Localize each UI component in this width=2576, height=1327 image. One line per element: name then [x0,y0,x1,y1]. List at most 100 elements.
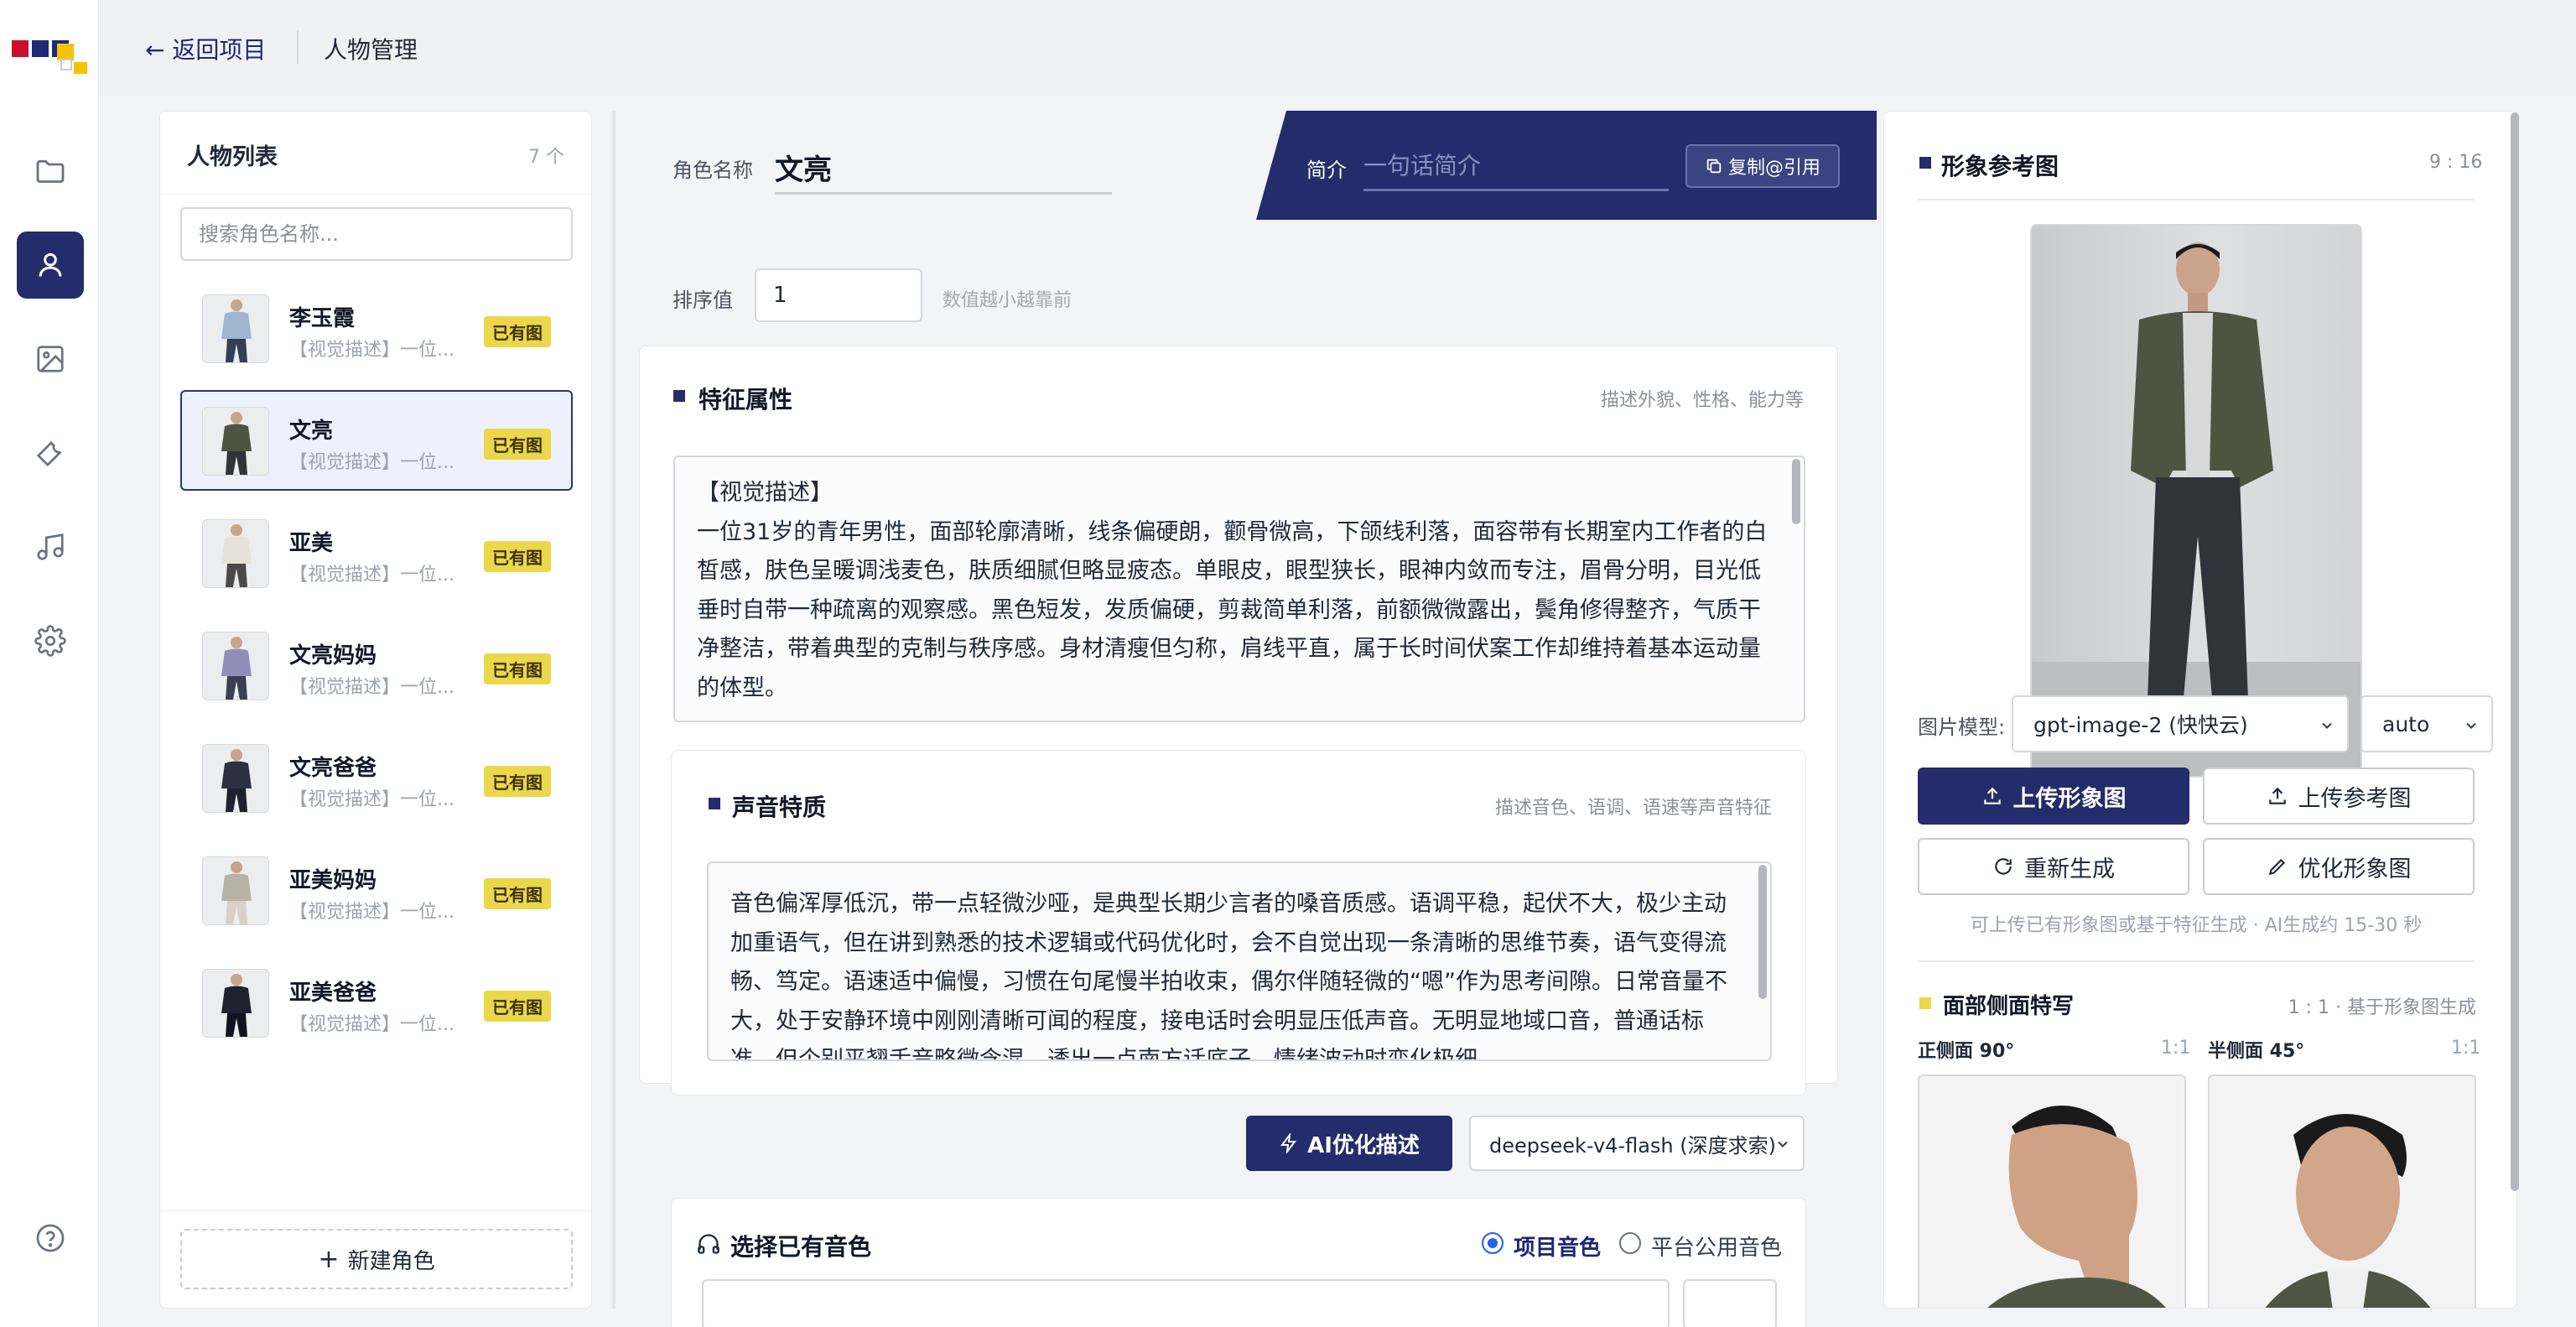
radio-project-voice-label[interactable]: 项目音色 [1514,1231,1601,1262]
section-marker [709,798,720,809]
regenerate-label: 重新生成 [2024,856,2115,882]
upload-icon [2268,787,2286,804]
voice-pick-title: 选择已有音色 [730,1233,872,1261]
side-front-image[interactable] [1918,1075,2186,1308]
ai-optimize-button[interactable]: AI优化描述 [1246,1116,1452,1171]
sort-value-input[interactable] [755,268,922,322]
header-divider [297,30,299,64]
upload-icon [1983,787,2001,804]
image-icon[interactable] [17,325,84,393]
side-half-ratio: 1:1 [2451,1038,2481,1059]
image-model-select[interactable]: gpt-image-2 (快快云) [2012,695,2349,752]
features-textarea[interactable]: 【视觉描述】 一位31岁的青年男性，面部轮廓清晰，线条偏硬朗，颧骨微高，下颌线利… [673,455,1805,722]
image-model-value: gpt-image-2 (快快云) [2033,713,2248,737]
back-to-project-link[interactable]: ← 返回项目 [145,32,266,65]
character-thumbnail [202,407,269,476]
character-item[interactable]: 亚美爸爸 【视觉描述】一位... 已有图 [180,952,573,1053]
optimize-image-button[interactable]: 优化形象图 [2203,838,2475,895]
reference-title: 形象参考图 [1941,153,2059,180]
status-badge: 已有图 [484,878,551,909]
copy-icon [1706,159,1722,174]
character-thumbnail [202,294,269,363]
character-name: 文亮 [289,419,334,444]
voice-pick-card: 选择已有音色 项目音色 平台公用音色 [671,1198,1806,1327]
wrench-icon[interactable] [17,419,84,487]
status-badge: 已有图 [484,541,551,572]
ai-optimize-label: AI优化描述 [1307,1132,1420,1158]
side-closeup-title: 面部侧面特写 [1943,994,2075,1019]
sort-label: 排序值 [673,289,733,312]
character-desc: 【视觉描述】一位... [289,677,454,698]
character-item[interactable]: 李玉霞 【视觉描述】一位... 已有图 [180,278,573,378]
regenerate-button[interactable]: 重新生成 [1918,838,2189,895]
folder-icon[interactable] [17,138,84,205]
new-role-button[interactable]: + 新建角色 [180,1229,573,1289]
divider [1918,199,2475,200]
top-header [99,0,2576,96]
radio-public-voice-label[interactable]: 平台公用音色 [1651,1231,1782,1262]
character-search-input[interactable] [180,207,573,261]
plus-icon: + [318,1244,340,1274]
voice-hint: 描述音色、语调、语速等声音特征 [1494,798,1772,819]
reference-image[interactable] [2030,224,2362,778]
role-name-input[interactable] [775,143,1112,195]
character-desc: 【视觉描述】一位... [289,789,454,810]
section-marker [1919,997,1931,1009]
lightning-icon [1280,1133,1297,1153]
reference-panel: 形象参考图 9 : 16 图片模型: gpt-image-2 (快快云) aut… [1883,111,2517,1309]
voice-text: 音色偏浑厚低沉，带一点轻微沙哑，是典型长期少言者的嗓音质感。语调平稳，起伏不大，… [730,891,1727,1061]
copy-reference-button[interactable]: 复制@引用 [1685,144,1840,188]
features-hint: 描述外貌、性格、能力等 [1600,390,1804,411]
voice-card: 声音特质 描述音色、语调、语速等声音特征 音色偏浑厚低沉，带一点轻微沙哑，是典型… [671,750,1806,1095]
upload-image-button[interactable]: 上传形象图 [1918,768,2189,825]
voice-select[interactable] [702,1279,1670,1327]
side-closeup-hint: 1 : 1 · 基于形象图生成 [2288,997,2476,1018]
status-badge: 已有图 [484,991,551,1022]
side-front-ratio: 1:1 [2161,1038,2191,1059]
upload-reference-label: 上传参考图 [2298,785,2412,812]
voice-textarea[interactable]: 音色偏浑厚低沉，带一点轻微沙哑，是典型长期少言者的嗓音质感。语调平稳，起伏不大，… [707,861,1772,1061]
intro-input[interactable] [1363,143,1669,191]
character-item[interactable]: 文亮爸爸 【视觉描述】一位... 已有图 [180,727,573,828]
reference-hint: 可上传已有形象图或基于特征生成 · AI生成约 15-30 秒 [1970,915,2423,936]
voice-scrollbar[interactable] [1758,865,1767,999]
status-badge: 已有图 [484,316,551,347]
copy-reference-label: 复制@引用 [1727,158,1820,179]
character-thumbnail [202,856,269,925]
character-item[interactable]: 文亮妈妈 【视觉描述】一位... 已有图 [180,615,573,716]
music-icon[interactable] [17,513,84,580]
radio-project-voice[interactable] [1482,1232,1504,1254]
character-list-panel: 人物列表 7 个 李玉霞【视觉描述】一位...已有图文亮【视觉描述】一位...已… [159,111,592,1309]
text-model-select[interactable]: deepseek-v4-flash (深度求索) [1469,1116,1805,1171]
refresh-icon [1995,858,2012,875]
status-badge: 已有图 [484,429,551,460]
user-icon[interactable] [17,232,84,299]
features-scrollbar[interactable] [1792,459,1800,524]
nav-rail [0,0,99,1327]
side-half-label: 半侧面 45° [2208,1041,2305,1062]
headphones-icon [698,1234,719,1254]
panel-divider[interactable] [612,111,615,1309]
side-half-image[interactable] [2208,1075,2476,1308]
section-marker [1919,157,1931,169]
side-front-label: 正侧面 90° [1918,1041,2015,1062]
help-icon[interactable] [17,1205,84,1272]
character-item[interactable]: 文亮 【视觉描述】一位... 已有图 [180,390,573,491]
character-desc: 【视觉描述】一位... [289,565,454,585]
pencil-icon [2268,858,2285,876]
character-thumbnail [202,744,269,813]
upload-image-label: 上传形象图 [2012,785,2127,812]
voice-action-button[interactable] [1683,1279,1777,1327]
image-size-select[interactable]: auto [2360,695,2493,752]
character-item[interactable]: 亚美妈妈 【视觉描述】一位... 已有图 [180,840,573,940]
list-footer-divider [160,1210,591,1211]
character-item[interactable]: 亚美 【视觉描述】一位... 已有图 [180,502,573,603]
upload-reference-button[interactable]: 上传参考图 [2203,768,2475,825]
character-name: 李玉霞 [289,306,356,331]
features-text: 【视觉描述】 一位31岁的青年男性，面部轮廓清晰，线条偏硬朗，颧骨微高，下颌线利… [697,480,1768,701]
radio-public-voice[interactable] [1619,1232,1641,1254]
profile-face-icon [1987,1106,2166,1308]
reference-panel-scrollbar[interactable] [2511,112,2519,1191]
gear-icon[interactable] [17,607,84,674]
features-title: 特征属性 [699,386,793,414]
